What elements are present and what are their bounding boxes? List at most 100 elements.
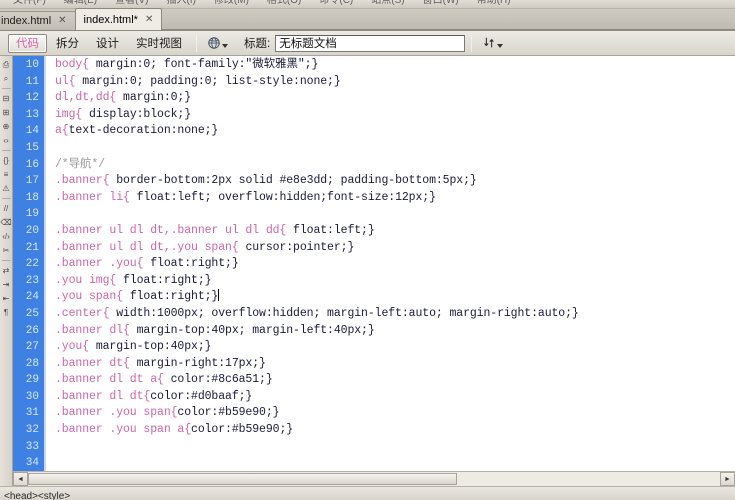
line-number: 19 (25, 208, 39, 221)
recent-snippets-icon[interactable]: ✂ (0, 244, 12, 257)
code-line[interactable]: .banner ul dl dt,.banner ul dl dd{ float… (55, 223, 735, 240)
code-token: .banner{ (55, 174, 117, 188)
close-icon[interactable]: ✕ (57, 16, 67, 26)
menu-item-5[interactable]: 格式(O) (258, 0, 310, 6)
menu-item-1[interactable]: 编辑(E) (55, 0, 106, 6)
open-documents-icon[interactable]: ⎙ (0, 58, 12, 71)
scroll-left-button[interactable]: ◄ (13, 472, 28, 486)
menu-item-2[interactable]: 查看(V) (106, 0, 157, 6)
scrollbar-track[interactable] (28, 471, 720, 486)
menu-item-6[interactable]: 命令(C) (310, 0, 362, 6)
outdent-code-icon[interactable]: ⇤ (0, 292, 12, 305)
document-title-input[interactable] (275, 34, 466, 52)
code-line[interactable]: /*导航*/ (55, 157, 735, 174)
code-line[interactable]: .banner li{ float:left; overflow:hidden;… (55, 190, 735, 207)
live-code-button[interactable] (203, 36, 232, 50)
select-parent-tag-icon[interactable]: ‹› (0, 134, 12, 147)
view-mode-button-2[interactable]: 设计 (88, 34, 127, 53)
code-token: .you{ (55, 340, 96, 354)
code-line[interactable] (55, 140, 735, 157)
line-number: 22 (25, 258, 39, 271)
code-line[interactable]: .banner dl dt a{ color:#8c6a51;} (55, 372, 735, 389)
toolbar-separator (196, 34, 197, 52)
code-line[interactable]: .you{ margin-top:40px;} (55, 339, 735, 356)
line-number: 12 (25, 92, 39, 105)
expand-all-icon[interactable]: ⊕ (0, 120, 12, 133)
apply-comment-icon[interactable]: // (0, 202, 12, 215)
code-editor[interactable]: 10 11 12 13 14 15 16 17 18 19 20 21 22 23 24 25 26 27 28 29… (13, 56, 735, 486)
code-token: .banner li{ (55, 190, 137, 204)
format-source-code-icon[interactable]: ¶ (0, 306, 12, 319)
menu-item-0[interactable]: 文件(F) (4, 0, 55, 6)
wrap-tag-icon[interactable]: ‹/› (0, 230, 12, 243)
file-management-button[interactable] (478, 36, 507, 50)
document-toolbar: 代码 拆分 设计 实时视图 标题: (0, 31, 735, 56)
code-line[interactable]: dl,dt,dd{ margin:0;} (55, 90, 735, 107)
code-line[interactable]: .center{ width:1000px; overflow:hidden; … (55, 306, 735, 323)
code-line[interactable]: .banner .you{ float:right;} (55, 256, 735, 273)
line-number: 13 (25, 108, 39, 121)
code-token: .banner dl dt a{ (55, 373, 171, 387)
code-line[interactable]: .banner ul dl dt,.you span{ cursor:point… (55, 240, 735, 257)
code-scroll-region: 10 11 12 13 14 15 16 17 18 19 20 21 22 23 24 25 26 27 28 29… (13, 56, 735, 471)
code-line[interactable] (55, 455, 735, 471)
code-line[interactable]: a{text-decoration:none;} (55, 123, 735, 140)
horizontal-scrollbar[interactable]: ◄ ► (13, 471, 735, 486)
line-number: 17 (25, 175, 39, 188)
code-line[interactable]: .banner .you span{color:#b59e90;} (55, 405, 735, 422)
code-line[interactable]: .banner .you span a{color:#b59e90;} (55, 422, 735, 439)
menu-item-8[interactable]: 窗口(W) (414, 0, 468, 6)
highlight-invalid-code-icon[interactable]: ⚠ (0, 182, 12, 195)
code-line[interactable]: .banner dl dt{color:#d0baaf;} (55, 389, 735, 406)
indent-code-icon[interactable]: ⇥ (0, 278, 12, 291)
code-line[interactable] (55, 439, 735, 456)
code-token: .banner ul dl dt,.you span{ (55, 240, 246, 254)
code-line[interactable]: ul{ margin:0; padding:0; list-style:none… (55, 74, 735, 91)
tag-selector[interactable]: <head><style> (4, 491, 70, 500)
chevron-down-icon-2 (497, 43, 504, 48)
code-token: a{ (55, 124, 69, 138)
chevron-down-icon (222, 43, 228, 48)
code-line[interactable]: body{ margin:0; font-family:"微软雅黑";} (55, 57, 735, 74)
menu-item-4[interactable]: 修改(M) (205, 0, 258, 6)
line-number: 29 (25, 374, 39, 387)
document-tab-1[interactable]: index.html* ✕ (74, 8, 163, 30)
menu-item-9[interactable]: 帮助(H) (468, 0, 520, 6)
globe-icon (208, 37, 220, 49)
balance-braces-icon[interactable]: {} (0, 154, 12, 167)
document-tab-0[interactable]: index.html ✕ (0, 11, 76, 30)
menu-item-3[interactable]: 插入(I) (157, 0, 204, 6)
show-code-navigator-icon[interactable]: ⌕ (0, 72, 12, 85)
code-line[interactable]: .you img{ float:right;} (55, 273, 735, 290)
scrollbar-thumb[interactable] (28, 472, 458, 485)
code-line[interactable]: .you span{ float:right;} (55, 289, 735, 306)
line-number-gutter: 10 11 12 13 14 15 16 17 18 19 20 21 22 23 24 25 26 27 28 29… (13, 56, 44, 471)
code-token: margin-top:40px;} (95, 340, 212, 354)
line-numbers-icon[interactable]: ≡ (0, 168, 12, 181)
code-text-area[interactable]: body{ margin:0; font-family:"微软雅黑";} ul{ … (46, 56, 735, 471)
line-number: 10 (25, 59, 39, 71)
code-line[interactable]: .banner{ border-bottom:2px solid #e8e3dd… (55, 173, 735, 190)
collapse-full-tag-icon[interactable]: ⊟ (0, 92, 12, 105)
code-line[interactable]: img{ display:block;} (55, 107, 735, 124)
code-line[interactable] (55, 206, 735, 223)
view-mode-button-group: 代码 拆分 设计 实时视图 (8, 33, 190, 53)
view-mode-button-3[interactable]: 实时视图 (128, 34, 190, 53)
view-mode-button-1[interactable]: 拆分 (48, 34, 87, 53)
view-mode-button-0[interactable]: 代码 (8, 33, 47, 53)
line-number: 14 (25, 125, 39, 138)
line-number: 32 (25, 424, 39, 437)
close-icon[interactable]: ✕ (144, 14, 154, 25)
scroll-right-button[interactable]: ► (720, 472, 735, 486)
code-line[interactable]: .banner dl{ margin-top:40px; margin-left… (55, 323, 735, 340)
move-or-convert-css-icon[interactable]: ⇄ (0, 264, 12, 277)
code-token: margin:0; padding:0; list-style:none;} (82, 74, 341, 88)
line-number: 21 (25, 241, 39, 254)
remove-comment-icon[interactable]: ⌫ (0, 216, 12, 229)
code-token: margin:0;} (123, 91, 192, 105)
menu-item-7[interactable]: 站点(S) (362, 0, 413, 6)
code-token: img{ (55, 107, 90, 121)
code-token: float:right;} (150, 257, 239, 271)
collapse-selection-icon[interactable]: ⊞ (0, 106, 12, 119)
code-line[interactable]: .banner dt{ margin-right:17px;} (55, 356, 735, 373)
